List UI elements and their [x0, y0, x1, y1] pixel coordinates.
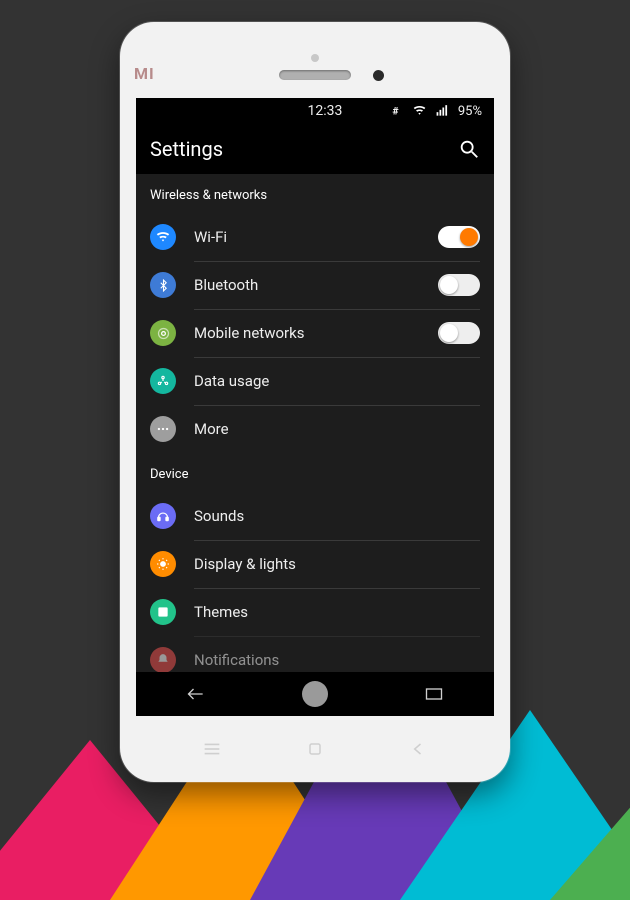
- mobile-networks-circle-icon: [150, 320, 176, 346]
- row-label: Bluetooth: [194, 276, 258, 294]
- home-button[interactable]: [285, 676, 345, 712]
- more-circle-icon: [150, 416, 176, 442]
- front-camera: [373, 70, 384, 81]
- app-bar: Settings: [136, 124, 494, 174]
- search-button[interactable]: [458, 138, 480, 160]
- row-label: Notifications: [194, 651, 279, 669]
- row-label: Themes: [194, 603, 248, 621]
- wifi-circle-icon: [150, 224, 176, 250]
- section-header-wireless: Wireless & networks: [136, 174, 494, 213]
- home-icon: [302, 681, 328, 707]
- status-battery: 95%: [458, 104, 482, 119]
- row-mobile-networks[interactable]: Mobile networks: [136, 309, 494, 357]
- sounds-circle-icon: [150, 503, 176, 529]
- hw-back-button[interactable]: [388, 729, 448, 769]
- bluetooth-toggle[interactable]: [438, 274, 480, 296]
- mobile-networks-toggle[interactable]: [438, 322, 480, 344]
- recents-button[interactable]: [404, 676, 464, 712]
- brand-logo: MI: [134, 64, 155, 83]
- page-title: Settings: [150, 137, 223, 161]
- earpiece-speaker: [279, 70, 351, 80]
- row-sounds[interactable]: Sounds: [136, 492, 494, 540]
- row-label: Mobile networks: [194, 324, 304, 342]
- hardware-buttons: [120, 716, 510, 782]
- on-screen-nav-bar: [136, 672, 494, 716]
- row-label: Data usage: [194, 372, 269, 390]
- row-label: More: [194, 420, 229, 438]
- row-label: Display & lights: [194, 555, 296, 573]
- row-notifications[interactable]: Notifications: [136, 636, 494, 672]
- hw-home-button[interactable]: [285, 729, 345, 769]
- wifi-toggle[interactable]: [438, 226, 480, 248]
- phone-frame: MI 12:33 # 95% Settings: [120, 22, 510, 782]
- screen: 12:33 # 95% Settings Wireless & networks: [136, 98, 494, 716]
- root-icon: #: [390, 104, 404, 118]
- wifi-icon: [412, 104, 428, 118]
- row-wifi[interactable]: Wi-Fi: [136, 213, 494, 261]
- settings-list[interactable]: Wireless & networks Wi-Fi Bluetooth: [136, 174, 494, 672]
- proximity-sensor: [311, 54, 319, 62]
- notifications-circle-icon: [150, 647, 176, 672]
- section-header-device: Device: [136, 453, 494, 492]
- hw-menu-button[interactable]: [182, 729, 242, 769]
- svg-text:#: #: [392, 105, 399, 118]
- signal-icon: [436, 104, 450, 118]
- status-bar: 12:33 # 95%: [136, 98, 494, 124]
- row-more[interactable]: More: [136, 405, 494, 453]
- display-circle-icon: [150, 551, 176, 577]
- row-themes[interactable]: Themes: [136, 588, 494, 636]
- row-bluetooth[interactable]: Bluetooth: [136, 261, 494, 309]
- back-button[interactable]: [166, 676, 226, 712]
- row-display[interactable]: Display & lights: [136, 540, 494, 588]
- row-label: Wi-Fi: [194, 228, 227, 246]
- data-usage-circle-icon: [150, 368, 176, 394]
- bluetooth-circle-icon: [150, 272, 176, 298]
- row-data-usage[interactable]: Data usage: [136, 357, 494, 405]
- status-time: 12:33: [187, 103, 342, 119]
- row-label: Sounds: [194, 507, 244, 525]
- themes-circle-icon: [150, 599, 176, 625]
- phone-top-bezel: MI: [120, 22, 510, 98]
